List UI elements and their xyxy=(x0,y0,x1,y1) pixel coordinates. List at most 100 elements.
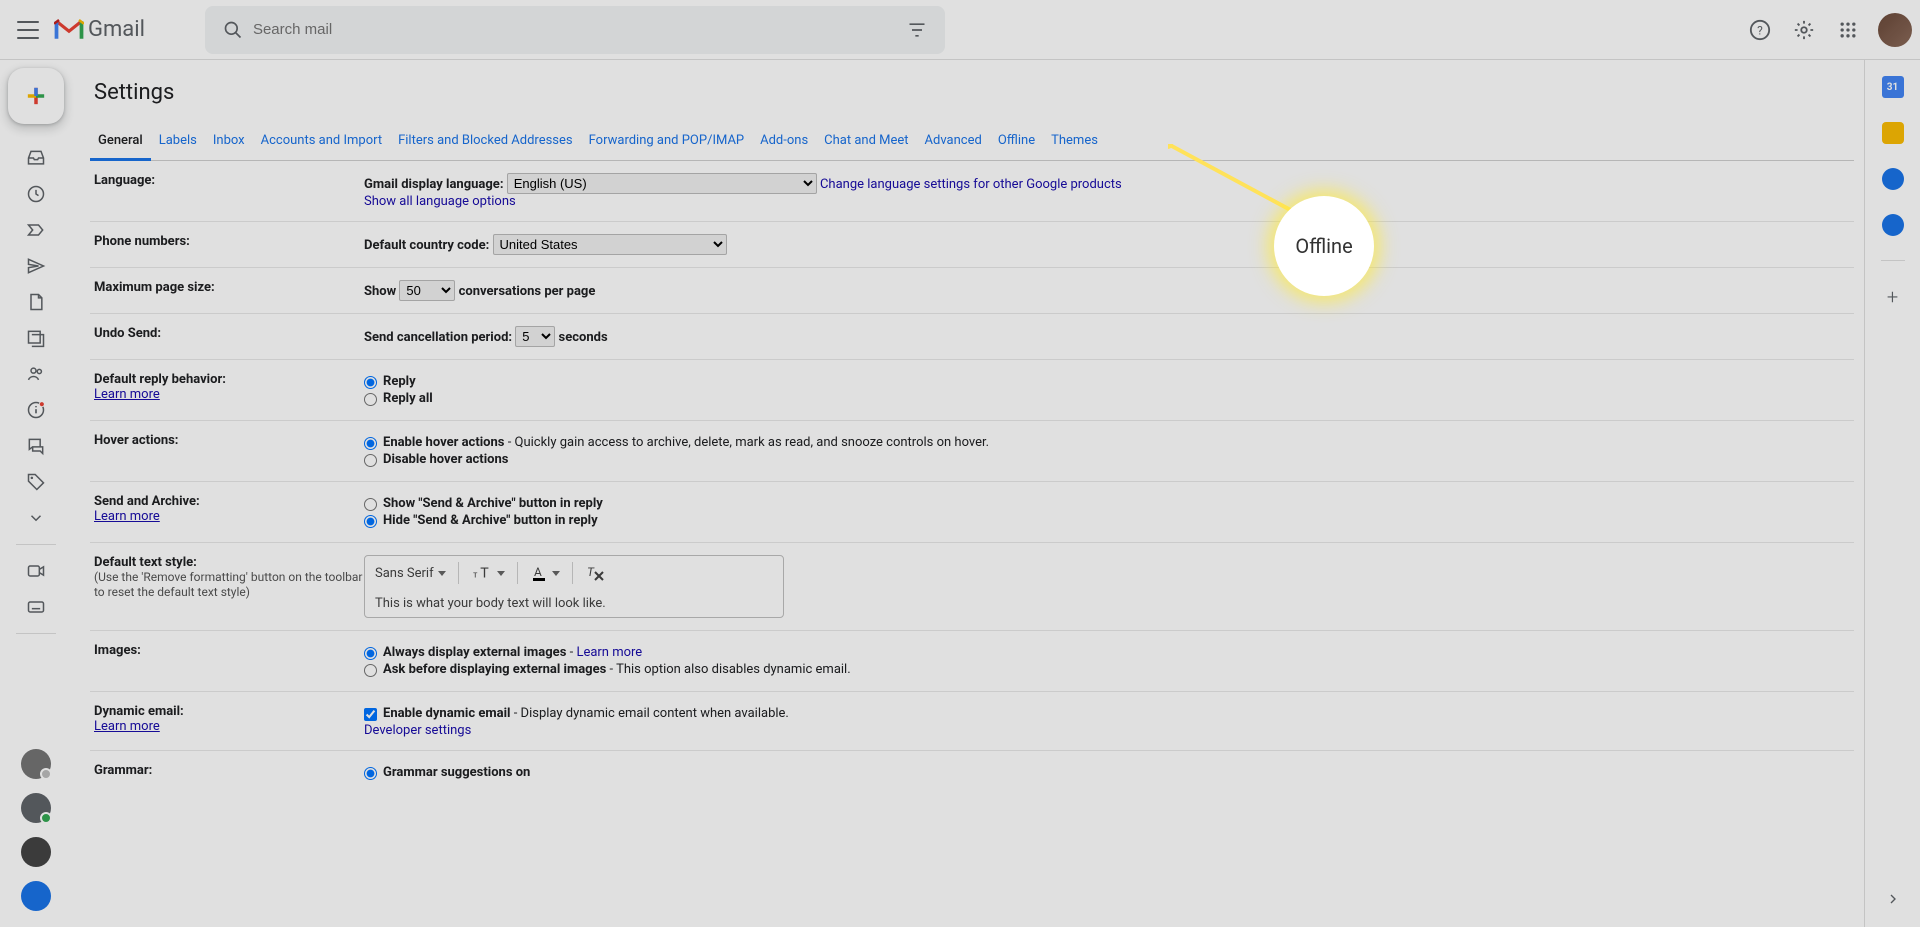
tab-chat-and-meet[interactable]: Chat and Meet xyxy=(816,123,916,160)
people-icon xyxy=(26,364,46,384)
text-color-picker[interactable]: A xyxy=(530,564,560,582)
header-bar: Gmail ? xyxy=(0,0,1920,60)
show-all-languages-link[interactable]: Show all language options xyxy=(364,194,516,209)
reply-radio[interactable] xyxy=(364,376,377,389)
country-code-label: Default country code: xyxy=(364,238,489,253)
compose-button[interactable] xyxy=(8,68,64,124)
per-page-label: conversations per page xyxy=(459,284,596,299)
nav-categories[interactable] xyxy=(16,322,56,354)
forum-icon xyxy=(26,436,46,456)
settings-scrollpane[interactable]: Language: Gmail display language: Englis… xyxy=(90,161,1854,861)
contacts-app[interactable] xyxy=(1882,214,1904,236)
font-size-picker[interactable]: тT xyxy=(471,565,505,581)
nav-sent[interactable] xyxy=(16,250,56,282)
images-learn-more[interactable]: Learn more xyxy=(576,645,642,660)
country-code-select[interactable]: United States xyxy=(493,234,727,255)
nav-meet-new[interactable] xyxy=(16,555,56,587)
grammar-label: Grammar: xyxy=(90,763,364,778)
apps-grid-icon xyxy=(1838,20,1858,40)
chat-avatar-1[interactable] xyxy=(21,749,51,779)
nav-inbox[interactable] xyxy=(16,142,56,174)
change-language-link[interactable]: Change language settings for other Googl… xyxy=(820,177,1122,192)
tab-themes[interactable]: Themes xyxy=(1043,123,1106,160)
nav-important[interactable] xyxy=(16,214,56,246)
enable-hover-radio[interactable] xyxy=(364,437,377,450)
grammar-on-radio[interactable] xyxy=(364,767,377,780)
page-size-select[interactable]: 50 xyxy=(399,280,455,301)
tab-accounts-and-import[interactable]: Accounts and Import xyxy=(253,123,390,160)
remove-format-icon: T xyxy=(585,564,605,582)
show-send-archive-label: Show "Send & Archive" button in reply xyxy=(383,496,603,511)
undo-send-label: Undo Send: xyxy=(90,326,364,341)
tasks-app[interactable] xyxy=(1882,168,1904,190)
dynamic-email-label: Dynamic email: xyxy=(94,704,184,719)
inbox-icon xyxy=(26,148,46,168)
search-input[interactable] xyxy=(253,21,897,38)
tab-add-ons[interactable]: Add-ons xyxy=(752,123,816,160)
nav-forums[interactable] xyxy=(16,430,56,462)
main-menu-button[interactable] xyxy=(8,10,48,50)
account-avatar[interactable] xyxy=(1878,13,1912,47)
nav-promotions[interactable] xyxy=(16,466,56,498)
language-select[interactable]: English (US) xyxy=(507,173,817,194)
always-display-images-radio[interactable] xyxy=(364,647,377,660)
search-filter-button[interactable] xyxy=(897,10,937,50)
collapse-panel-button[interactable] xyxy=(1873,879,1913,919)
chat-avatar-4[interactable] xyxy=(21,881,51,911)
send-archive-learn-more[interactable]: Learn more xyxy=(94,509,160,524)
enable-dynamic-checkbox[interactable] xyxy=(364,708,377,721)
apps-button[interactable] xyxy=(1828,10,1868,50)
tab-general[interactable]: General xyxy=(90,123,151,161)
disable-hover-label: Disable hover actions xyxy=(383,452,508,467)
font-family-picker[interactable]: Sans Serif xyxy=(375,566,446,581)
tab-advanced[interactable]: Advanced xyxy=(917,123,990,160)
page-size-label: Maximum page size: xyxy=(90,280,364,295)
undo-delay-select[interactable]: 5 xyxy=(515,326,555,347)
chat-avatar-2[interactable] xyxy=(21,793,51,823)
calendar-app[interactable] xyxy=(1882,76,1904,98)
developer-settings-link[interactable]: Developer settings xyxy=(364,723,471,738)
tab-forwarding-and-pop-imap[interactable]: Forwarding and POP/IMAP xyxy=(581,123,753,160)
dynamic-learn-more[interactable]: Learn more xyxy=(94,719,160,734)
tab-inbox[interactable]: Inbox xyxy=(205,123,253,160)
info-icon xyxy=(26,400,46,420)
keep-app[interactable] xyxy=(1882,122,1904,144)
tag-icon xyxy=(26,472,46,492)
tab-labels[interactable]: Labels xyxy=(151,123,205,160)
show-word: Show xyxy=(364,284,396,299)
clock-icon xyxy=(26,184,46,204)
nav-snoozed[interactable] xyxy=(16,178,56,210)
display-language-label: Gmail display language: xyxy=(364,177,503,192)
ask-display-images-radio[interactable] xyxy=(364,664,377,677)
disable-hover-radio[interactable] xyxy=(364,454,377,467)
enable-hover-desc: - Quickly gain access to archive, delete… xyxy=(504,435,989,450)
hide-send-archive-radio[interactable] xyxy=(364,515,377,528)
settings-button[interactable] xyxy=(1784,10,1824,50)
tab-filters-and-blocked-addresses[interactable]: Filters and Blocked Addresses xyxy=(390,123,581,160)
always-display-images-label: Always display external images xyxy=(383,645,566,660)
ask-display-images-desc: - This option also disables dynamic emai… xyxy=(606,662,850,677)
nav-more[interactable] xyxy=(16,502,56,534)
left-sidebar xyxy=(0,60,72,927)
gmail-logo[interactable]: Gmail xyxy=(54,17,145,42)
chat-avatar-3[interactable] xyxy=(21,837,51,867)
seconds-label: seconds xyxy=(559,330,608,345)
file-icon xyxy=(26,292,46,312)
support-button[interactable]: ? xyxy=(1740,10,1780,50)
search-button[interactable] xyxy=(213,10,253,50)
svg-text:т: т xyxy=(473,570,478,580)
reply-learn-more-link[interactable]: Learn more xyxy=(94,387,160,402)
text-color-icon: A xyxy=(530,564,548,582)
show-send-archive-radio[interactable] xyxy=(364,498,377,511)
chevron-down-icon xyxy=(552,571,560,576)
add-app-button[interactable]: + xyxy=(1887,285,1898,309)
remove-formatting-button[interactable]: T xyxy=(585,564,605,582)
nav-updates[interactable] xyxy=(16,394,56,426)
reply-all-radio[interactable] xyxy=(364,393,377,406)
nav-groups[interactable] xyxy=(16,358,56,390)
nav-drafts[interactable] xyxy=(16,286,56,318)
tab-offline[interactable]: Offline xyxy=(990,123,1043,160)
video-icon xyxy=(26,561,46,581)
nav-meet-join[interactable] xyxy=(16,591,56,623)
page-title: Settings xyxy=(94,80,1854,105)
